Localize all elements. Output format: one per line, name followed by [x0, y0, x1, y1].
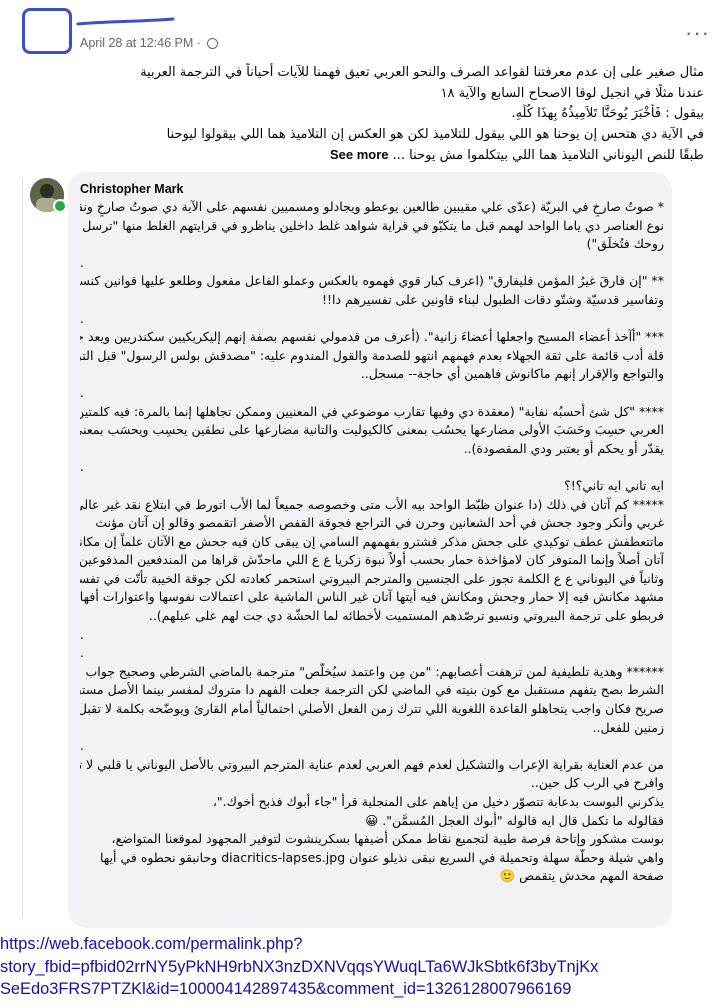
comment-line: بوست مشكور وإتاحة فرصة طيبة لتجميع نقاط …	[111, 831, 664, 847]
comment-body: * صوتُ صارخٍ في البريّة (عدّى علي مقيبين…	[80, 198, 664, 886]
comment-line: ايه تاني ايه تاني؟!؟	[564, 477, 664, 493]
meta-separator: ·	[196, 36, 201, 50]
permalink-url[interactable]: https://web.facebook.com/permalink.php? …	[0, 933, 726, 1001]
comment-line: العربي حسِبَ وحَسَبَ الأولى مضارعها يحسُ…	[80, 422, 664, 438]
comment-line: الشرط بصح يتفهم مستقبل مع كون بنيته في ا…	[80, 682, 664, 698]
post-meta: April 28 at 12:46 PM ·	[80, 36, 219, 50]
post-body: مثال صغير على إن عدم معرفتنا لقواعد الصر…	[80, 63, 704, 167]
post-line: بيقول : فَأَخْبَرَ يُوحَنَّا تَلاَمِيذُه…	[511, 106, 704, 121]
globe-icon	[207, 38, 219, 49]
comment-line: صفحة المهم محدش يتقمص 🙂	[499, 868, 664, 884]
comment-line: زمنين للفعل..	[592, 719, 664, 735]
comment-author[interactable]: Christopher Mark	[80, 182, 184, 196]
comment-line: واهي شيلة وحطّة سهلة وتحميلة في السريع ن…	[99, 849, 664, 865]
paragraph-gap: .	[80, 385, 84, 400]
see-more-link[interactable]: See more	[330, 147, 389, 162]
comment-line: وتفاسير قدسيّة وشتّو دقات الطبول لبناء ق…	[322, 291, 664, 307]
avatar[interactable]	[22, 8, 72, 54]
comment-line: صريح فكان واجب يتجاهلو القاعدة اللغوية ا…	[80, 701, 664, 717]
post-timestamp[interactable]: April 28 at 12:46 PM	[80, 36, 193, 50]
comment-line: وثانياً في اليوناني ع ع الكلمة تجوز على …	[80, 570, 664, 586]
paragraph-gap: .	[80, 460, 84, 475]
comment-line: ***** كم آتان في ذلك (دا عنوان ظبّط الوا…	[80, 496, 664, 512]
url-line[interactable]: SeEdo3FRS7PTZKl&id=100004142897435&comme…	[0, 978, 726, 1001]
post-line: في الآية دي هتحس إن يوحنا هو اللي بيقول …	[166, 126, 704, 142]
comment-line: آتان أصلاً وإنما المتوفر كان لامؤاخذة حم…	[80, 552, 664, 568]
comment-line: يقدّر أو يحكم أو يعتبر ودي المقصودة)..	[463, 440, 664, 456]
url-line[interactable]: story_fbid=pfbid02rrNY5yPkNH9rbNX3nzDXNV…	[0, 956, 726, 979]
comment-line: مشهد مكانش فيه إلا حمار وجحش ومكانش فيه …	[80, 589, 664, 605]
comment-line: فقالوله ما تكمل قال ايه قالوله "أبوك الع…	[365, 812, 664, 828]
comment-line: ** "إن فارقَ غيرُ المؤمن فليفارق" (اعرف …	[80, 273, 664, 289]
thread-connector	[22, 178, 23, 918]
paragraph-gap: .	[80, 255, 84, 270]
paragraph-gap: .	[80, 627, 84, 642]
online-status-dot	[53, 199, 67, 213]
post-line-last: طبقًا للنص اليوناني التلاميذ هما اللي بي…	[80, 145, 704, 167]
comment-line: فربطو على ترجمة البيروتي ونسيو ترصّدهم ا…	[148, 608, 664, 624]
comment-line: **** "كل شئ أحسبُه نفاية" (معقدة دي وفيه…	[80, 403, 664, 419]
comment-line: من عدم العناية بقراية الإعراب والتشكيل ل…	[80, 756, 664, 772]
comment-line: نوع العناصر دي ياما الواحد لهمم قبل ما ي…	[82, 217, 664, 233]
comment-line: وافرح في الرب كل حين..	[530, 775, 664, 791]
comment-line: يذكرني البوست بدعابة تتصوّر دخيل من إياه…	[212, 794, 664, 809]
paragraph-gap: .	[80, 739, 84, 754]
comment-line: روحك فتُخلَق")	[586, 236, 664, 252]
post-line: طبقًا للنص اليوناني التلاميذ هما اللي بي…	[392, 148, 704, 163]
post-line: عندنا مثلًا في انجيل لوقا الاصحاح السابع…	[440, 85, 704, 101]
more-options-icon[interactable]: ···	[685, 20, 710, 46]
comment-line: * صوتُ صارخٍ في البريّة (عدّى علي مقيبين…	[80, 199, 664, 214]
paragraph-gap: .	[80, 311, 84, 326]
comment-line: *** "أآخذ أعضاء المسيح واجعلها أعضاءَ زا…	[80, 329, 664, 345]
comment-line: قلة أدب قائمة على ثقة الجهلاء بعدم فهمهم…	[80, 347, 664, 363]
comment-line: ****** وهدية تلطيفية لمن ترهفت أعصابهم: …	[85, 663, 665, 679]
comment-line: والتواجع والإقرار إنهم ماكانوش فاهمين أي…	[360, 366, 664, 382]
url-line[interactable]: https://web.facebook.com/permalink.php?	[0, 933, 726, 956]
post-line: مثال صغير على إن عدم معرفتنا لقواعد الصر…	[140, 65, 704, 80]
redacted-name-mark	[76, 17, 175, 26]
comment-line: ماتتعطفش عطف توكيدي على جحش مذكر فشترو ب…	[80, 533, 664, 549]
comment-line: غربي وأنكر وجود جحش في أحد الشعانين وحرن…	[95, 515, 664, 531]
paragraph-gap: .	[80, 646, 84, 661]
